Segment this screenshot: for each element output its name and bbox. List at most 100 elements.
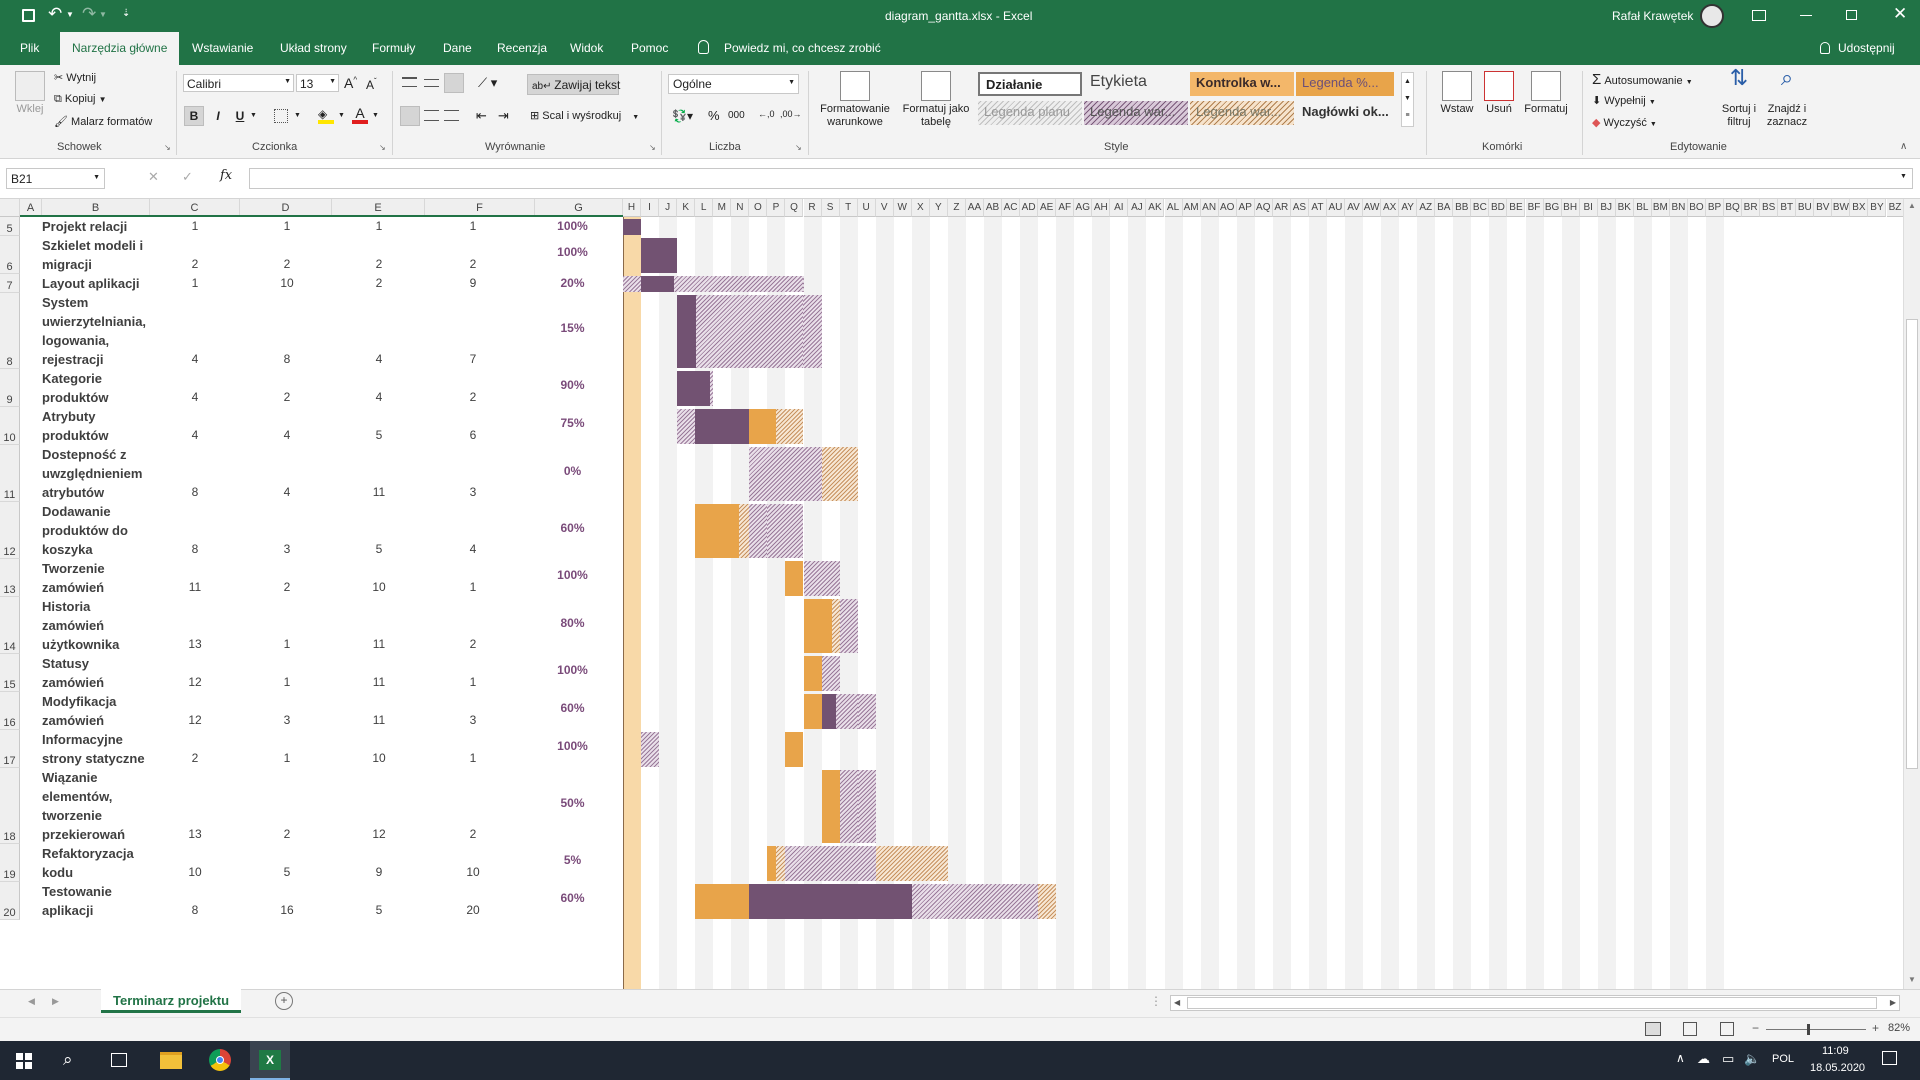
minimize-icon[interactable]: [1800, 15, 1812, 16]
cell-d[interactable]: 2: [257, 827, 317, 841]
row-header[interactable]: 12: [0, 502, 20, 559]
cell-c[interactable]: 8: [165, 903, 225, 917]
tab-formulas[interactable]: Formuły: [372, 41, 415, 55]
column-header[interactable]: BC: [1471, 199, 1490, 217]
borders-icon[interactable]: [274, 109, 288, 123]
clock-date[interactable]: 18.05.2020: [1810, 1062, 1865, 1074]
column-header[interactable]: BD: [1489, 199, 1508, 217]
column-header[interactable]: BX: [1850, 199, 1869, 217]
cell-f[interactable]: 2: [443, 257, 503, 271]
percent-complete-cell[interactable]: 100%: [535, 663, 610, 677]
fill-button[interactable]: ⬇ Wypełnij ▼: [1592, 94, 1656, 107]
column-header[interactable]: AU: [1326, 199, 1345, 217]
task-name-cell[interactable]: Projekt relacji: [42, 217, 150, 236]
clear-button[interactable]: ◆ Wyczyść ▼: [1592, 116, 1657, 129]
align-left-icon[interactable]: [400, 106, 420, 126]
task-name-cell[interactable]: Statusy zamówień: [42, 654, 150, 692]
style-dzialanie[interactable]: Działanie: [978, 72, 1082, 96]
decrease-indent-icon[interactable]: ⇤: [476, 108, 487, 124]
cell-e[interactable]: 5: [349, 428, 409, 442]
column-header[interactable]: BJ: [1597, 199, 1616, 217]
fill-color-icon[interactable]: ◈: [318, 107, 334, 124]
column-header[interactable]: BR: [1742, 199, 1761, 217]
cell-c[interactable]: 1: [165, 219, 225, 233]
tab-help[interactable]: Pomoc: [631, 41, 668, 55]
cell-d[interactable]: 2: [257, 257, 317, 271]
restore-icon[interactable]: [1846, 10, 1857, 20]
column-header[interactable]: J: [659, 199, 678, 217]
page-break-view-icon[interactable]: [1720, 1022, 1734, 1036]
vertical-scrollbar[interactable]: ▲ ▼: [1903, 199, 1920, 989]
copy-dropdown-icon[interactable]: ▼: [99, 95, 107, 104]
column-header[interactable]: R: [803, 199, 822, 217]
task-name-cell[interactable]: Szkielet modeli i migracji: [42, 236, 150, 274]
column-header[interactable]: BK: [1615, 199, 1634, 217]
redo-dropdown-icon[interactable]: ▼: [99, 10, 107, 19]
row-header[interactable]: 11: [0, 445, 20, 502]
column-header[interactable]: N: [731, 199, 750, 217]
format-painter-button[interactable]: 🖌 Malarz formatów: [54, 115, 152, 128]
column-header[interactable]: AA: [965, 199, 984, 217]
row-header[interactable]: 15: [0, 654, 20, 692]
column-header[interactable]: AP: [1236, 199, 1255, 217]
column-header[interactable]: AR: [1272, 199, 1291, 217]
customize-toolbar-icon[interactable]: ⇣: [122, 8, 130, 19]
cell-e[interactable]: 11: [349, 485, 409, 499]
cell-d[interactable]: 3: [257, 542, 317, 556]
row-header[interactable]: 6: [0, 236, 20, 274]
cell-d[interactable]: 1: [257, 637, 317, 651]
column-header[interactable]: BU: [1796, 199, 1815, 217]
style-legenda-war-1[interactable]: Legenda war...: [1084, 101, 1188, 125]
column-header[interactable]: AW: [1363, 199, 1382, 217]
enter-icon[interactable]: ✓: [182, 169, 193, 185]
column-header[interactable]: AM: [1182, 199, 1201, 217]
percent-complete-cell[interactable]: 60%: [535, 891, 610, 905]
cell-c[interactable]: 4: [165, 428, 225, 442]
percent-icon[interactable]: %: [708, 108, 720, 123]
column-header[interactable]: BF: [1525, 199, 1544, 217]
cell-e[interactable]: 2: [349, 276, 409, 290]
name-box[interactable]: B21 ▼: [6, 168, 105, 189]
task-view-icon[interactable]: [111, 1053, 127, 1067]
cell-c[interactable]: 12: [165, 675, 225, 689]
decrease-decimal-icon[interactable]: ,00→: [780, 109, 802, 119]
task-name-cell[interactable]: Atrybuty produktów: [42, 407, 150, 445]
percent-complete-cell[interactable]: 100%: [535, 219, 610, 233]
notifications-icon[interactable]: [1882, 1051, 1897, 1065]
cell-c[interactable]: 12: [165, 713, 225, 727]
task-name-cell[interactable]: Tworzenie zamówień: [42, 559, 150, 597]
column-header[interactable]: Q: [785, 199, 804, 217]
column-header[interactable]: BW: [1832, 199, 1851, 217]
find-select-button[interactable]: ⌕ Znajdź i zaznacz: [1764, 67, 1810, 129]
task-name-cell[interactable]: Kategorie produktów: [42, 369, 150, 407]
number-format-select[interactable]: Ogólne ▼: [668, 74, 799, 94]
column-header[interactable]: T: [839, 199, 858, 217]
cell-e[interactable]: 5: [349, 542, 409, 556]
percent-complete-cell[interactable]: 5%: [535, 853, 610, 867]
cell-d[interactable]: 8: [257, 352, 317, 366]
format-as-table-button[interactable]: Formatuj jako tabelę: [897, 71, 975, 129]
cell-c[interactable]: 13: [165, 827, 225, 841]
style-legenda-procent[interactable]: Legenda %...: [1296, 72, 1394, 96]
cell-c[interactable]: 8: [165, 485, 225, 499]
column-header[interactable]: BM: [1651, 199, 1670, 217]
column-header[interactable]: BP: [1706, 199, 1725, 217]
column-header[interactable]: AH: [1092, 199, 1111, 217]
column-header[interactable]: H: [623, 199, 642, 217]
percent-complete-cell[interactable]: 75%: [535, 416, 610, 430]
column-header[interactable]: O: [749, 199, 768, 217]
cell-e[interactable]: 11: [349, 637, 409, 651]
collapse-ribbon-icon[interactable]: ∧: [1900, 141, 1907, 152]
column-header[interactable]: BV: [1814, 199, 1833, 217]
cell-f[interactable]: 2: [443, 827, 503, 841]
percent-complete-cell[interactable]: 80%: [535, 616, 610, 630]
styles-scroll[interactable]: ▲ ▼ ≡: [1401, 72, 1414, 127]
onedrive-icon[interactable]: ☁: [1697, 1051, 1710, 1067]
percent-complete-cell[interactable]: 50%: [535, 796, 610, 810]
undo-dropdown-icon[interactable]: ▼: [66, 10, 74, 19]
percent-complete-cell[interactable]: 20%: [535, 276, 610, 290]
cell-f[interactable]: 7: [443, 352, 503, 366]
cell-e[interactable]: 12: [349, 827, 409, 841]
column-header[interactable]: BL: [1633, 199, 1652, 217]
task-name-cell[interactable]: Informacyjne strony statyczne: [42, 730, 150, 768]
